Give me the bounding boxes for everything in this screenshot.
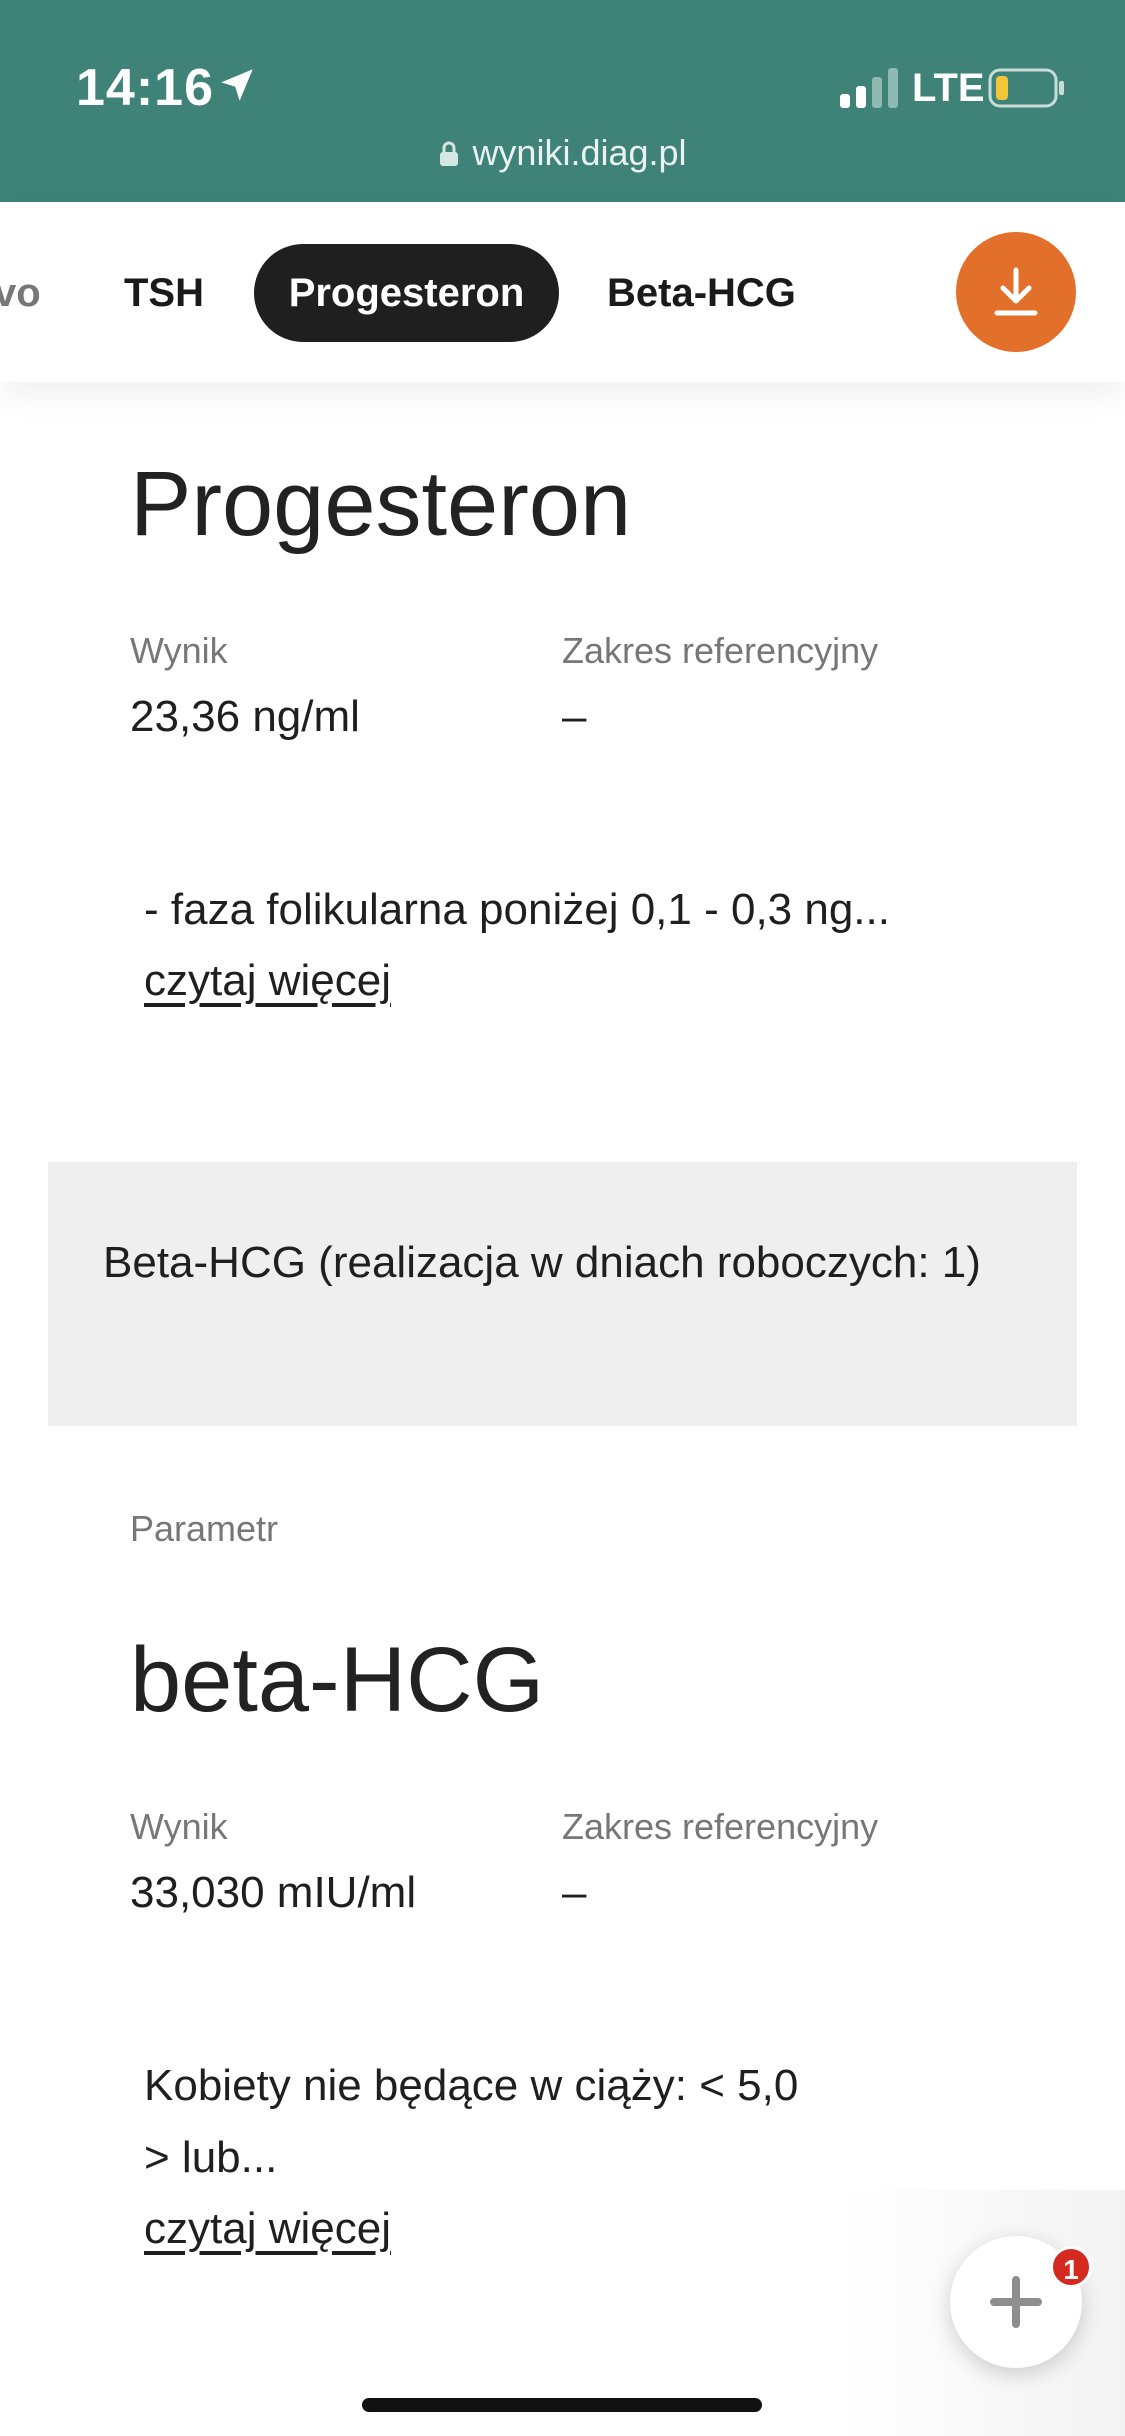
tab-previous[interactable]: vo: [0, 244, 41, 342]
parameter-title: beta-HCG: [130, 1629, 545, 1731]
status-bar: 14:16 LTE wyniki.diag.pl: [0, 0, 1125, 202]
result-title: Progesteron: [130, 453, 632, 555]
reference-range-value: –: [562, 692, 587, 741]
download-button[interactable]: [956, 232, 1076, 352]
read-more-link[interactable]: czytaj więcej: [144, 2204, 391, 2254]
result-value: 33,030 mIU/ml: [130, 1868, 417, 1917]
signal-icon: [840, 68, 898, 108]
network-type: LTE: [912, 66, 985, 110]
reference-range-label: Zakres referencyjny: [562, 1806, 879, 1847]
result-description: - faza folikularna poniżej 0,1 - 0,3 ng.…: [144, 885, 890, 934]
home-indicator[interactable]: [362, 2398, 762, 2412]
result-description: Kobiety nie będące w ciąży: < 5,0: [144, 2061, 799, 2110]
section-header: Beta-HCG (realizacja w dniach roboczych:…: [48, 1162, 1077, 1426]
tab-progesteron[interactable]: Progesteron: [254, 244, 559, 342]
section-title: Beta-HCG (realizacja w dniach roboczych:…: [103, 1238, 981, 1287]
url-text: wyniki.diag.pl: [472, 132, 687, 173]
url-bar[interactable]: wyniki.diag.pl: [0, 132, 1125, 174]
reference-range-label: Zakres referencyjny: [562, 630, 879, 671]
result-label: Wynik: [130, 630, 228, 671]
result-value: 23,36 ng/ml: [130, 692, 360, 741]
status-time: 14:16: [76, 59, 214, 117]
reference-range-value: –: [562, 1868, 587, 1917]
download-icon: [994, 267, 1038, 316]
notification-badge: 1: [1050, 2246, 1092, 2288]
parameter-label: Parametr: [130, 1508, 279, 1549]
battery-icon: [988, 68, 1064, 108]
plus-icon: [990, 2276, 1042, 2328]
lock-icon: [440, 141, 459, 166]
tab-beta-hcg[interactable]: Beta-HCG: [607, 244, 796, 342]
result-description-cont: > lub...: [144, 2133, 278, 2182]
location-arrow-icon: [221, 69, 253, 101]
tab-tsh[interactable]: TSH: [124, 244, 204, 342]
read-more-link[interactable]: czytaj więcej: [144, 956, 391, 1006]
result-label: Wynik: [130, 1806, 228, 1847]
